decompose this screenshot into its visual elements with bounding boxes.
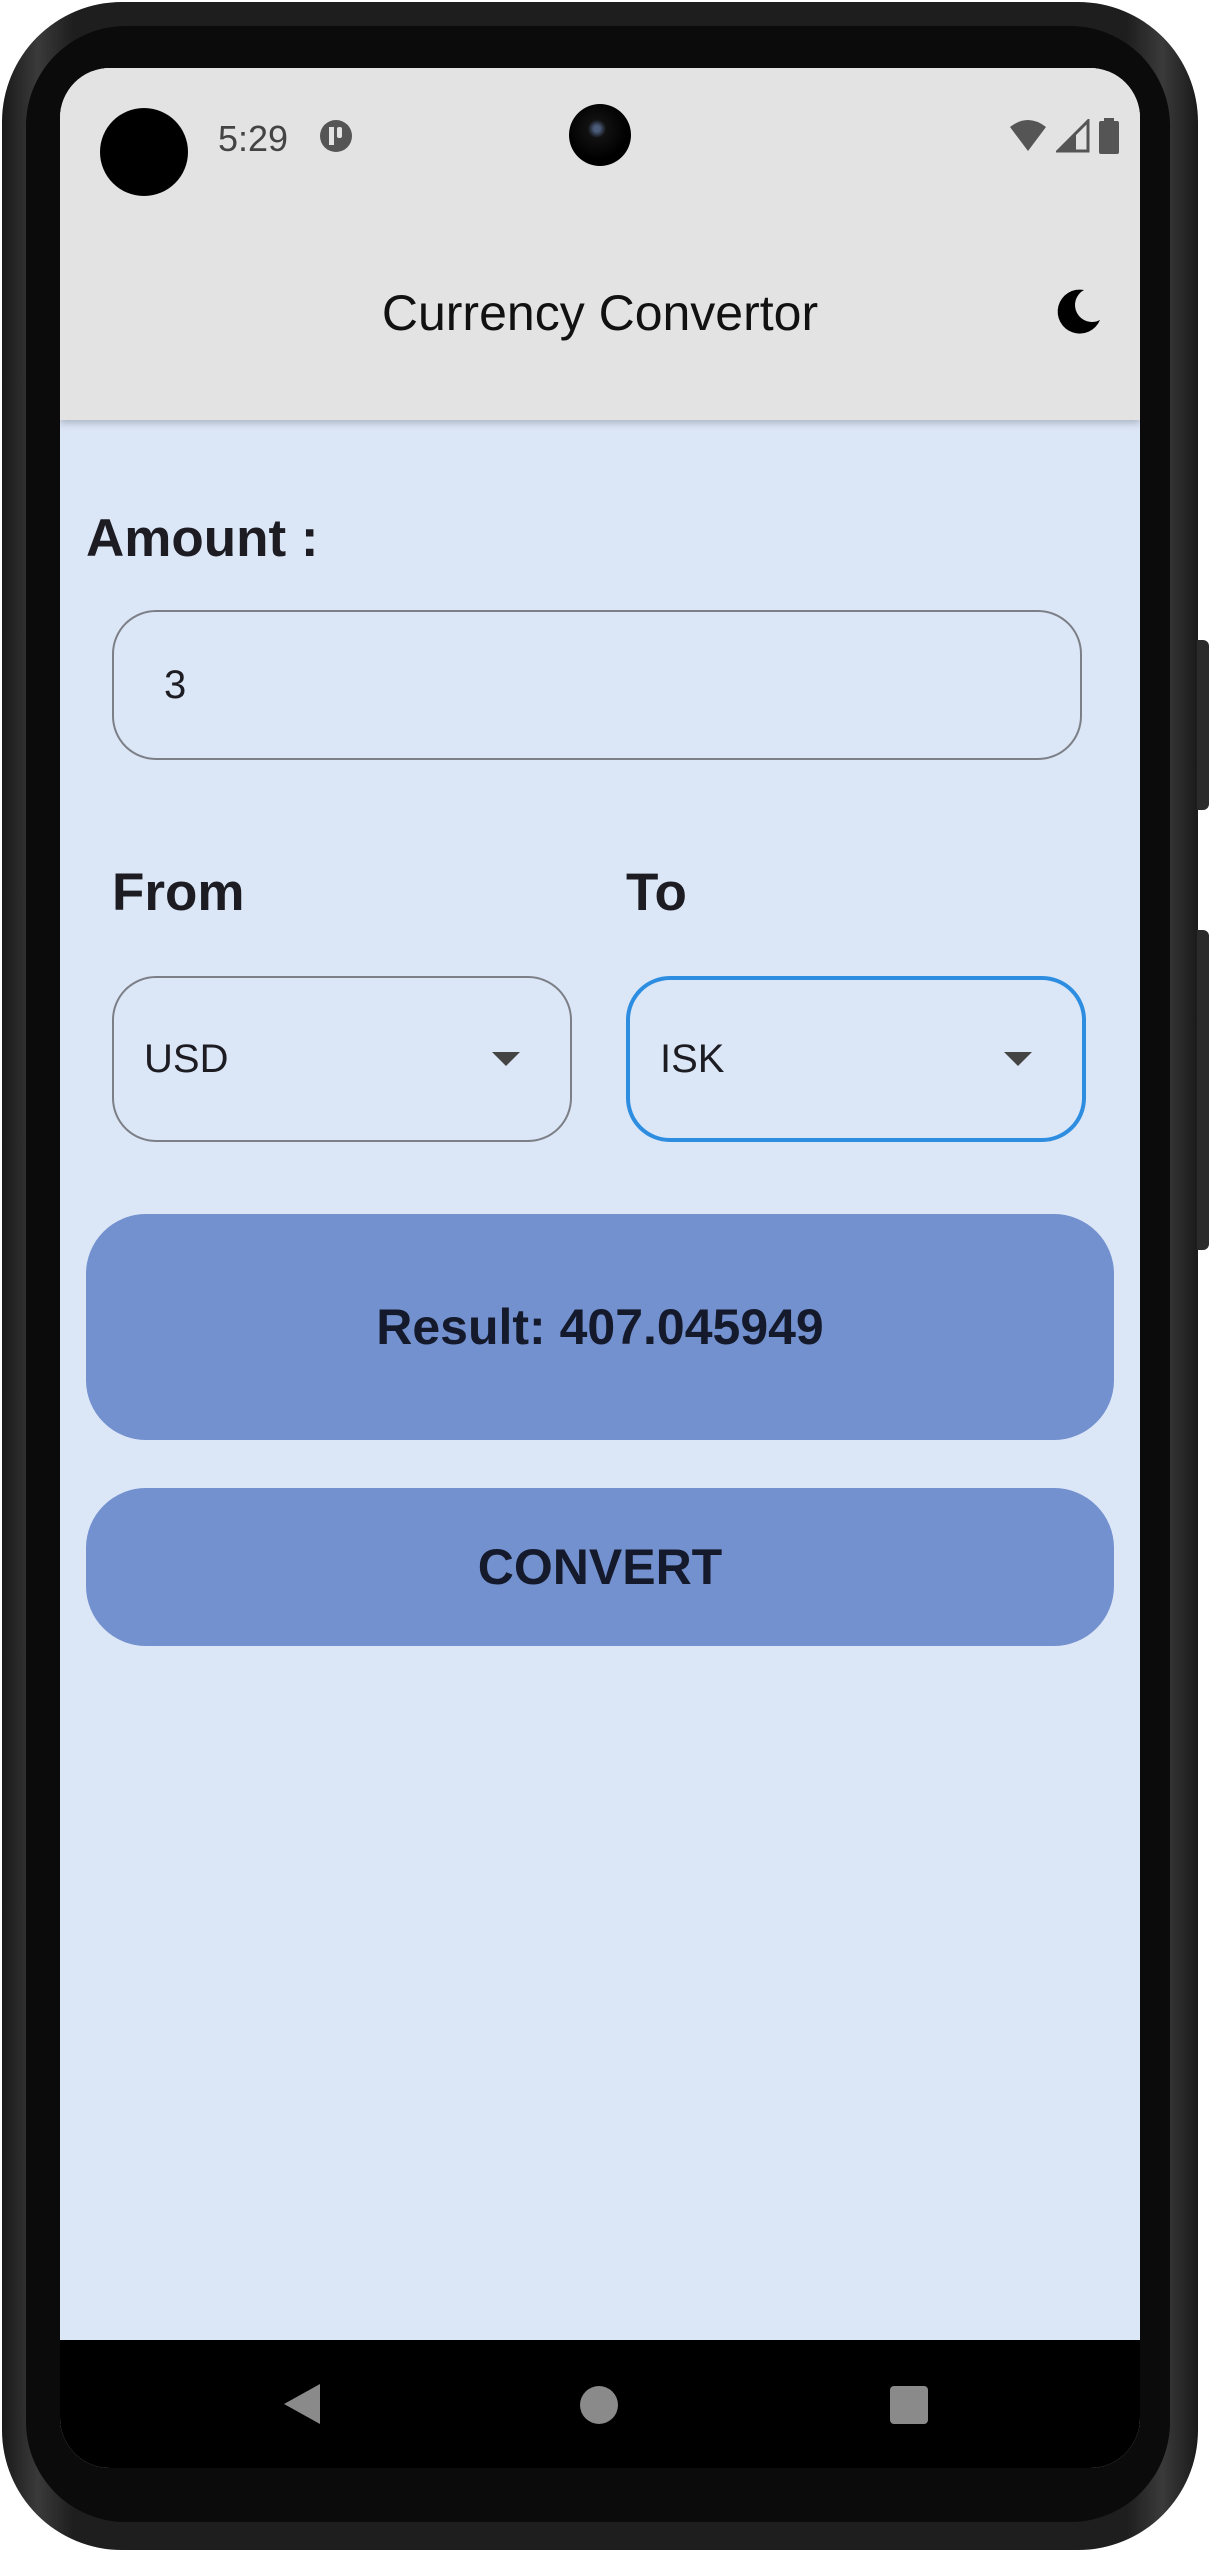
signal-icon [1056, 119, 1090, 153]
to-currency-value: ISK [660, 1036, 725, 1081]
from-label: From [112, 863, 245, 922]
convert-button[interactable]: CONVERT [86, 1488, 1114, 1646]
status-bar-bg: 5:29 [60, 68, 1140, 206]
screen: 5:29 Currency Convertor Amount: 3 From … [60, 68, 1140, 2468]
navigation-bar [60, 2340, 1140, 2468]
phone-frame: 5:29 Currency Convertor Amount: 3 From … [0, 0, 1209, 2553]
amount-label: Amount : [86, 509, 319, 568]
recents-icon[interactable] [890, 2386, 928, 2424]
status-time: 5:29 [218, 118, 289, 159]
battery-icon [1099, 118, 1119, 154]
app-title: Currency Convertor [381, 285, 819, 341]
converter-form: Amount : From To USD ISK Result: 407.045… [60, 420, 1140, 2340]
front-camera [569, 104, 631, 166]
back-icon[interactable] [282, 2382, 322, 2426]
volume-button [1197, 930, 1209, 1250]
to-currency-dropdown[interactable]: ISK [626, 976, 1086, 1142]
dropdown-arrow-icon [1004, 1052, 1032, 1066]
amount-input[interactable] [112, 610, 1082, 760]
app-notification-icon [320, 120, 352, 152]
wifi-icon [1010, 120, 1046, 151]
power-button [1197, 640, 1209, 810]
dropdown-arrow-icon [492, 1052, 520, 1066]
home-icon[interactable] [580, 2386, 618, 2424]
status-dot [100, 108, 188, 196]
from-currency-value: USD [144, 1036, 229, 1081]
app-bar: 5:29 Currency Convertor [60, 68, 1140, 420]
status-icons [1008, 118, 1120, 154]
to-label: To [626, 863, 687, 922]
toolbar: Currency Convertor [60, 206, 1140, 420]
moon-icon[interactable] [1050, 284, 1106, 340]
from-currency-dropdown[interactable]: USD [112, 976, 572, 1142]
result-box: Result: 407.045949 [86, 1214, 1114, 1440]
result-text: Result: 407.045949 [376, 1299, 824, 1355]
